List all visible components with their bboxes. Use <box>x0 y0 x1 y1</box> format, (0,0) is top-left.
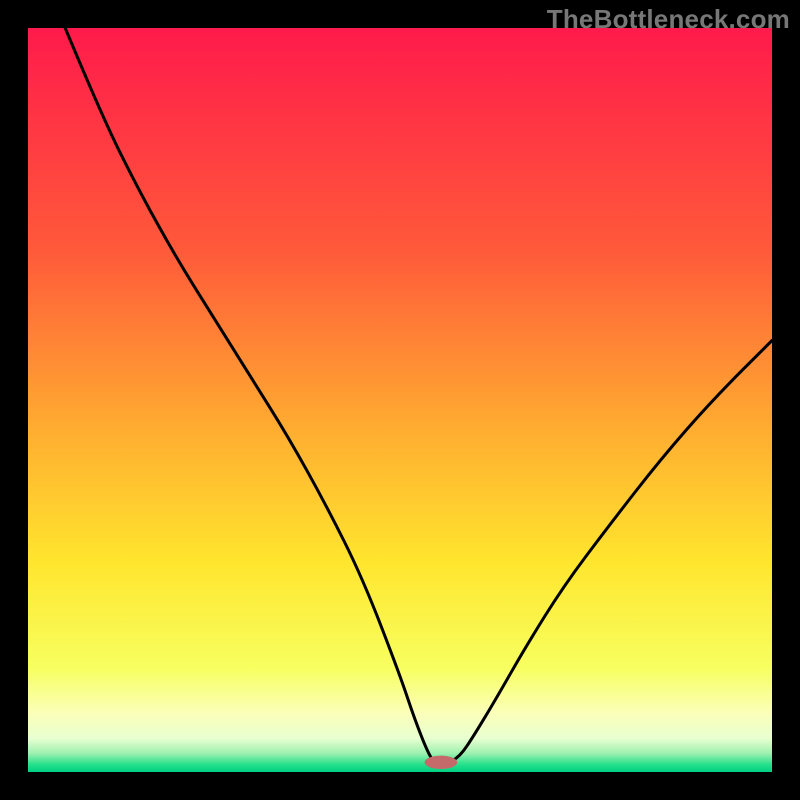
minimum-marker <box>425 756 458 769</box>
chart-frame: TheBottleneck.com <box>0 0 800 800</box>
chart-plot-area <box>28 28 772 772</box>
chart-svg <box>28 28 772 772</box>
watermark-label: TheBottleneck.com <box>547 4 790 35</box>
gradient-background <box>28 28 772 772</box>
